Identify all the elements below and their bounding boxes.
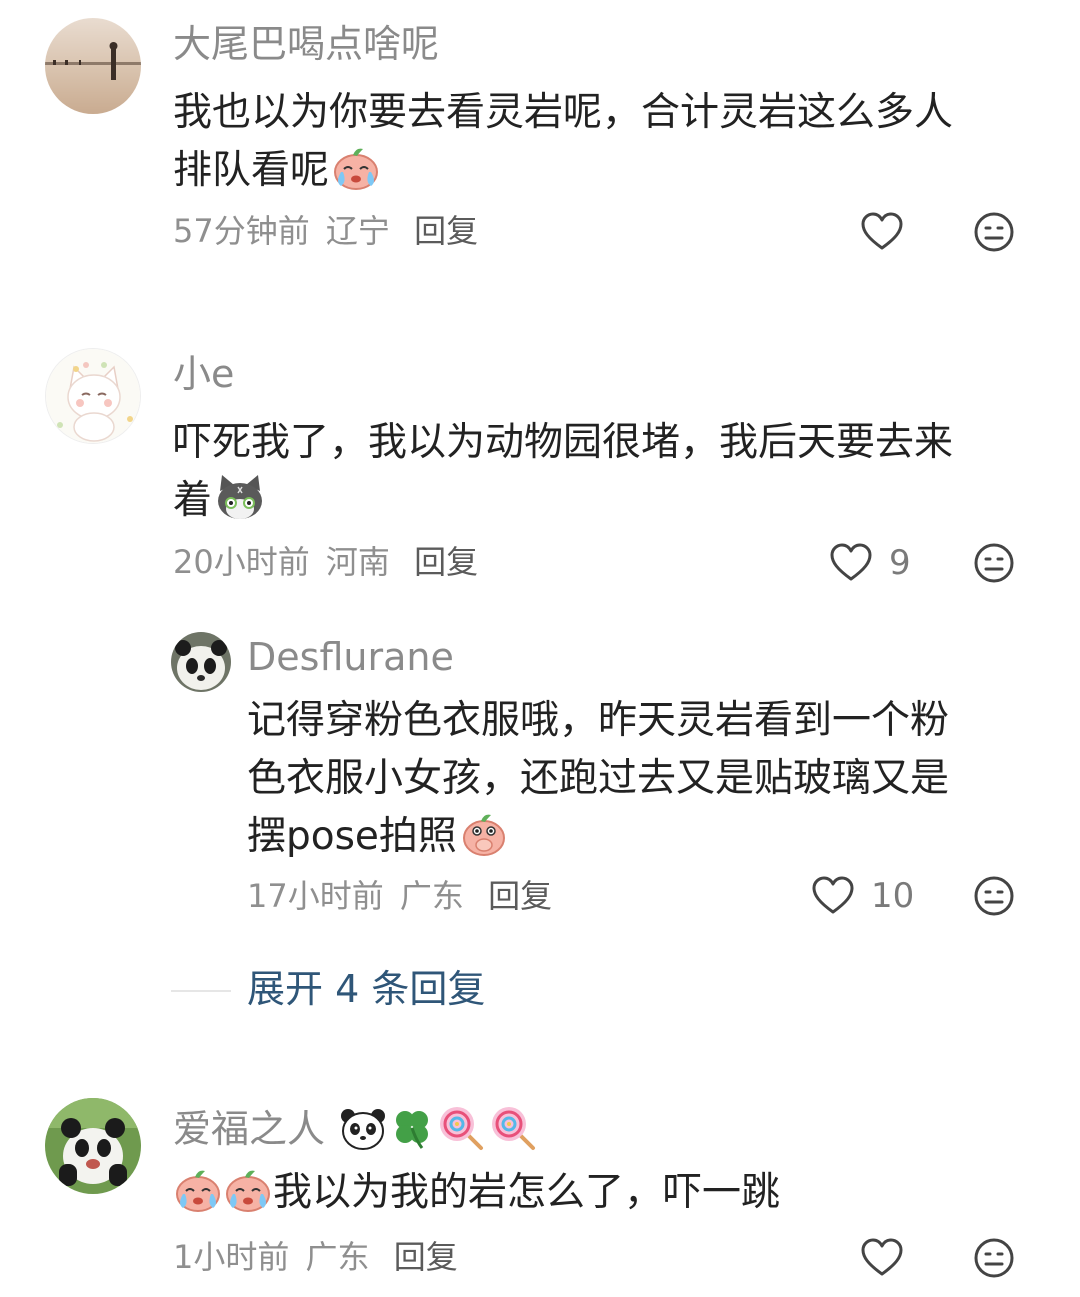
comment-meta: 20小时前 河南 回复 (173, 546, 478, 578)
comment-meta: 17小时前 广东 回复 (247, 880, 552, 912)
comment-text-line: 摆pose拍照 (247, 808, 1037, 874)
like-count: 9 (889, 543, 911, 583)
comment-text: 吓死我了，我以为动物园很堵，我后天要去来 着 (173, 414, 1043, 538)
comment-text-line: 排队看呢 (173, 142, 1043, 208)
comment-time: 20小时前 (173, 543, 310, 581)
comment-text: 我也以为你要去看灵岩呢，合计灵岩这么多人 排队看呢 (173, 84, 1043, 208)
comment-time: 57分钟前 (173, 212, 310, 250)
meh-face-icon[interactable] (973, 211, 1015, 253)
comment-meta: 57分钟前 辽宁 回复 (173, 215, 478, 247)
four-leaf-clover-emoji (389, 1106, 435, 1158)
comment-text-span: 排队看呢 (173, 148, 330, 193)
comment-text-span: 摆pose拍照 (247, 814, 457, 859)
avatar[interactable] (45, 1098, 141, 1194)
comment-location: 辽宁 (325, 212, 390, 250)
like-count: 10 (871, 876, 915, 916)
comment-text-span: 我以为我的岩怎么了，吓一跳 (273, 1170, 781, 1215)
heart-outline-icon[interactable] (860, 1238, 904, 1278)
heart-outline-icon[interactable] (811, 876, 855, 916)
comment-location: 广东 (399, 877, 464, 915)
comment-time: 1小时前 (173, 1238, 290, 1276)
avatar[interactable] (171, 632, 231, 692)
username-text: 爱福之人 (173, 1107, 326, 1151)
heart-outline-icon[interactable] (829, 543, 873, 583)
reply-button[interactable]: 回复 (414, 543, 478, 581)
comment-time: 17小时前 (247, 877, 384, 915)
comment-text-line: 着 (173, 472, 1043, 538)
comment-text-line: 我也以为你要去看灵岩呢，合计灵岩这么多人 (173, 90, 954, 135)
lollipop-emoji (489, 1104, 539, 1158)
avatar[interactable] (45, 348, 141, 444)
meh-face-icon[interactable] (973, 875, 1015, 917)
comment-location: 广东 (305, 1238, 370, 1276)
avatar[interactable] (45, 18, 141, 114)
panda-emoji (339, 1106, 387, 1158)
comment-meta: 1小时前 广东 回复 (173, 1241, 458, 1273)
comment-text-line: 记得穿粉色衣服哦，昨天灵岩看到一个粉 (247, 698, 950, 743)
meh-face-icon[interactable] (973, 1237, 1015, 1279)
heart-outline-icon[interactable] (860, 212, 904, 252)
comment-location: 河南 (325, 543, 390, 581)
comment-text: 我以为我的岩怎么了，吓一跳 (173, 1164, 1043, 1230)
crying-peach-emoji (331, 145, 381, 208)
reply-button[interactable]: 回复 (414, 212, 478, 250)
crying-peach-emoji (223, 1167, 273, 1230)
reply-button[interactable]: 回复 (394, 1238, 458, 1276)
username[interactable]: 爱福之人 (173, 1104, 539, 1158)
comment-text-line: 色衣服小女孩，还跑过去又是贴玻璃又是 (247, 756, 950, 801)
username[interactable]: 小e (173, 355, 234, 393)
meh-face-icon[interactable] (973, 542, 1015, 584)
expand-replies-button[interactable]: 展开 4 条回复 (247, 970, 485, 1008)
gray-cat-emoji (214, 473, 266, 538)
expand-divider (171, 990, 231, 992)
comment-text-line: 吓死我了，我以为动物园很堵，我后天要去来 (173, 420, 954, 465)
shy-peach-emoji (459, 809, 509, 874)
comment-text-line: 我以为我的岩怎么了，吓一跳 (173, 1164, 1043, 1230)
comment-text: 记得穿粉色衣服哦，昨天灵岩看到一个粉 色衣服小女孩，还跑过去又是贴玻璃又是 摆p… (247, 692, 1037, 874)
lollipop-emoji (437, 1104, 487, 1158)
username[interactable]: 大尾巴喝点啥呢 (173, 25, 439, 63)
username[interactable]: Desflurane (247, 638, 454, 676)
crying-peach-emoji (173, 1167, 223, 1230)
reply-button[interactable]: 回复 (488, 877, 552, 915)
comment-text-span: 着 (173, 478, 213, 523)
